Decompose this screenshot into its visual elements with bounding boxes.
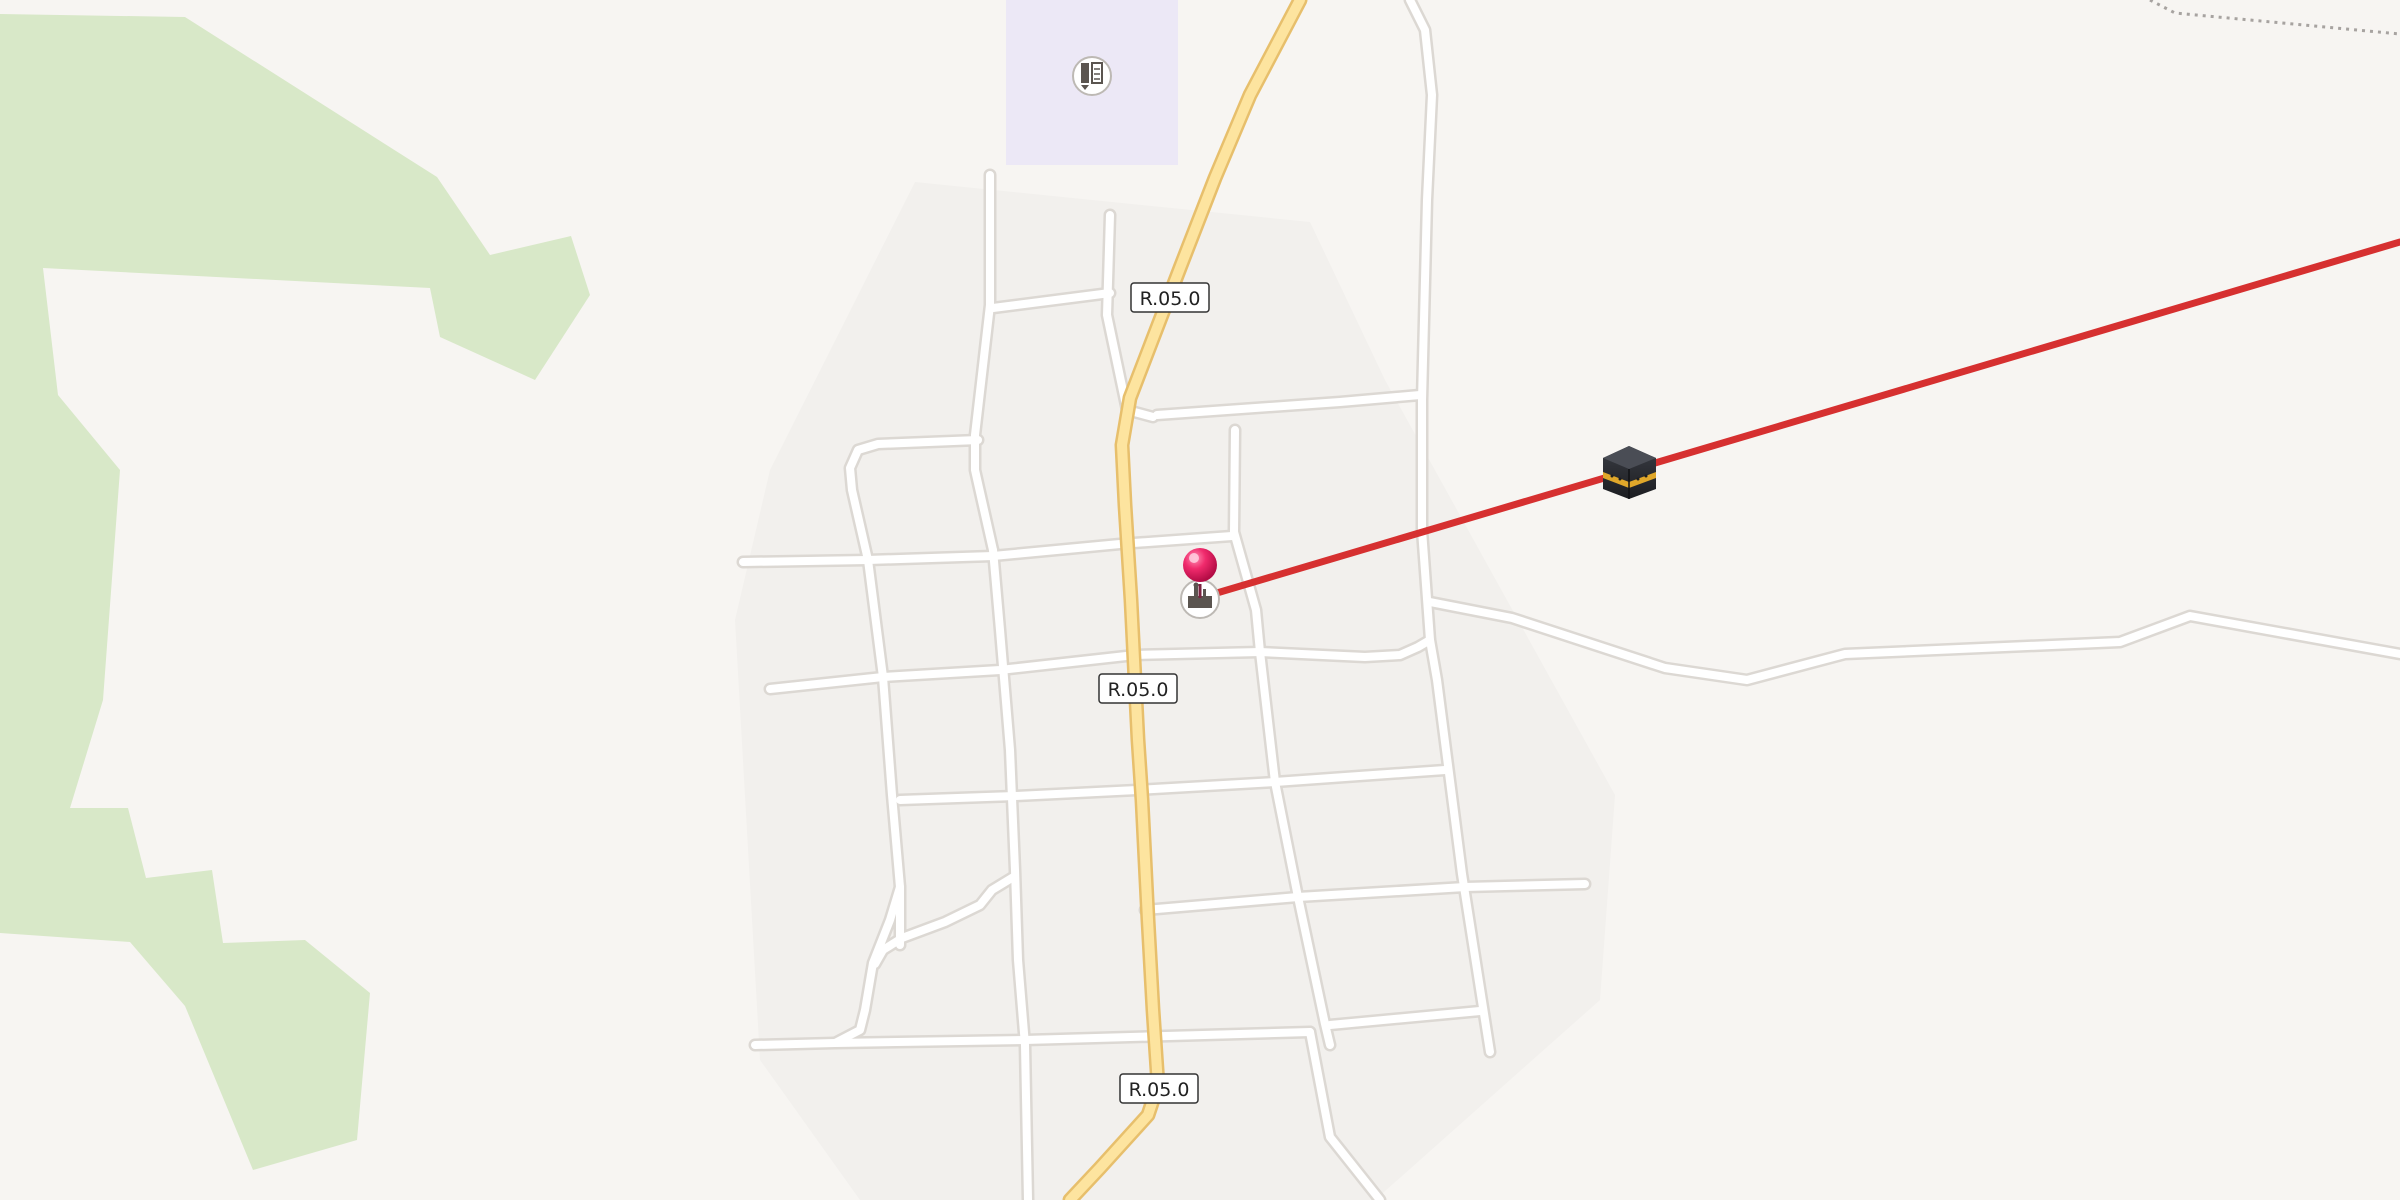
road-label-text: R.05.0 (1140, 288, 1201, 310)
road-label-r05-south: R.05.0 (1119, 1073, 1199, 1104)
road-label-r05-north: R.05.0 (1130, 282, 1210, 313)
road-label-text: R.05.0 (1129, 1079, 1190, 1101)
road-label-text: R.05.0 (1108, 679, 1169, 701)
road-label-r05-center: R.05.0 (1098, 673, 1178, 704)
map-pin-icon (1183, 548, 1217, 582)
map-canvas[interactable]: R.05.0 R.05.0 R.05.0 (0, 0, 2400, 1200)
school-marker[interactable] (1072, 56, 1112, 96)
